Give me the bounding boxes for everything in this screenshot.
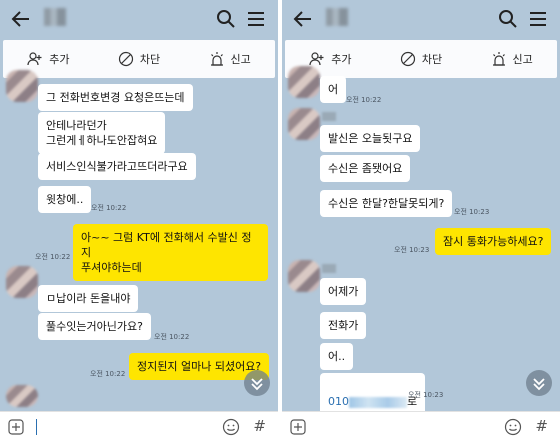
hashtag-icon[interactable]: # bbox=[253, 417, 266, 435]
chat-header bbox=[0, 0, 278, 38]
phone-number-blurred bbox=[349, 396, 407, 408]
sender-avatar[interactable] bbox=[6, 266, 38, 298]
sender-avatar[interactable] bbox=[288, 260, 320, 292]
block-button[interactable]: 차단 bbox=[94, 40, 185, 78]
received-message[interactable]: 발신은 오늘됫구요 bbox=[320, 125, 421, 152]
add-person-icon bbox=[309, 52, 324, 66]
chat-name-blurred bbox=[44, 8, 66, 26]
received-message[interactable]: 윗창에.. bbox=[38, 186, 92, 213]
report-label: 신고 bbox=[512, 53, 533, 66]
block-label: 차단 bbox=[421, 53, 443, 66]
sent-message[interactable]: 잠시 통화가능하세요? bbox=[435, 228, 552, 255]
received-message[interactable]: 수신은 한달?한달못되게? bbox=[320, 190, 453, 217]
emoji-icon[interactable] bbox=[222, 418, 240, 436]
block-button[interactable]: 차단 bbox=[376, 40, 467, 78]
siren-icon bbox=[492, 52, 505, 66]
search-icon[interactable] bbox=[498, 9, 518, 29]
message-timestamp: 오전 10:23 bbox=[408, 391, 444, 399]
sender-avatar[interactable] bbox=[288, 108, 320, 140]
received-message[interactable]: 어.. bbox=[320, 343, 354, 370]
emoji-icon[interactable] bbox=[504, 418, 522, 436]
chat-name-blurred bbox=[326, 8, 348, 26]
search-icon[interactable] bbox=[216, 9, 236, 29]
message-timestamp: 오전 10:22 bbox=[154, 333, 190, 341]
received-message[interactable]: 전화가 bbox=[320, 312, 367, 339]
message-timestamp: 오전 10:22 bbox=[90, 370, 126, 378]
plus-icon[interactable] bbox=[8, 419, 24, 435]
received-message[interactable]: 그 전화번호변경 요청은뜨는데 bbox=[38, 84, 193, 111]
friend-action-bar: 추가 차단 신고 bbox=[285, 40, 557, 78]
scroll-down-button[interactable] bbox=[526, 370, 552, 396]
sender-name-blurred bbox=[322, 264, 336, 273]
received-message[interactable]: 풀수잇는거아닌가요? bbox=[38, 313, 151, 340]
block-icon bbox=[118, 51, 133, 67]
sender-avatar[interactable] bbox=[6, 385, 38, 407]
received-message[interactable]: 수신은 좀됏어요 bbox=[320, 155, 411, 182]
add-friend-label: 추가 bbox=[49, 53, 70, 66]
received-message[interactable]: ㅁ납이라 돈을내야 bbox=[38, 285, 139, 312]
sender-avatar[interactable] bbox=[6, 70, 38, 102]
back-arrow-icon[interactable] bbox=[292, 8, 314, 30]
chevron-down-icon bbox=[251, 378, 263, 391]
menu-icon[interactable] bbox=[246, 9, 266, 29]
sent-message[interactable]: 아~~ 그럼 KT에 전화해서 수발신 정지 푸셔야하는데 bbox=[73, 224, 268, 281]
menu-icon[interactable] bbox=[528, 9, 548, 29]
chat-panel-right: 추가 차단 신고 어 오전 10:22 발신은 오늘됫구요 수신은 좀됏어요 수… bbox=[282, 0, 560, 441]
back-arrow-icon[interactable] bbox=[10, 8, 32, 30]
scroll-down-button[interactable] bbox=[244, 370, 270, 396]
report-button[interactable]: 신고 bbox=[184, 40, 275, 78]
message-timestamp: 오전 10:22 bbox=[35, 253, 71, 261]
chevron-down-icon bbox=[533, 378, 545, 391]
block-label: 차단 bbox=[139, 53, 161, 66]
siren-icon bbox=[210, 52, 223, 66]
chat-header bbox=[282, 0, 560, 38]
received-message[interactable]: 서비스인식불가라고뜨더라구요 bbox=[38, 153, 196, 180]
sender-avatar[interactable] bbox=[288, 66, 320, 98]
sender-name-blurred bbox=[322, 112, 336, 121]
received-message[interactable]: 안테나라던가 그런게ㅔ하나도안잡혀요 bbox=[38, 112, 166, 154]
received-message[interactable]: 어제가 bbox=[320, 278, 367, 305]
plus-icon[interactable] bbox=[290, 419, 306, 435]
report-button[interactable]: 신고 bbox=[466, 40, 557, 78]
hashtag-icon[interactable]: # bbox=[535, 417, 548, 435]
phone-link[interactable]: 010 bbox=[328, 395, 349, 408]
message-timestamp: 오전 10:22 bbox=[91, 204, 127, 212]
chat-panel-left: 추가 차단 신고 그 전화번호변경 요청은뜨는데 안테나라던가 그런게ㅔ하나도안… bbox=[0, 0, 278, 441]
text-cursor bbox=[36, 419, 37, 435]
add-person-icon bbox=[27, 52, 42, 66]
report-label: 신고 bbox=[230, 53, 251, 66]
message-timestamp: 오전 10:23 bbox=[454, 208, 490, 216]
message-input-bar[interactable]: # bbox=[282, 411, 560, 441]
message-timestamp: 오전 10:22 bbox=[346, 96, 382, 104]
add-friend-label: 추가 bbox=[331, 53, 352, 66]
friend-action-bar: 추가 차단 신고 bbox=[3, 40, 275, 78]
message-timestamp: 오전 10:23 bbox=[394, 246, 430, 254]
block-icon bbox=[400, 51, 415, 67]
received-message[interactable]: 어 bbox=[320, 76, 347, 103]
message-input-bar[interactable]: # bbox=[0, 411, 278, 441]
